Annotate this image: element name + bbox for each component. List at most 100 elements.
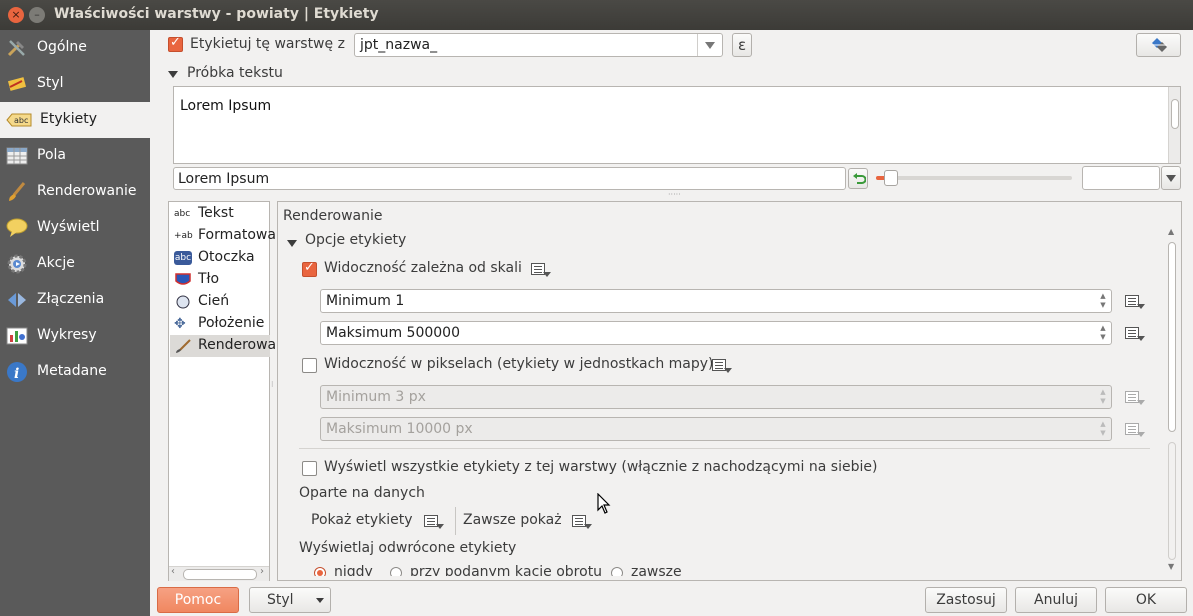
formatting-icon: +ab [174,231,193,241]
data-defined-icon[interactable] [1123,389,1145,407]
panel-scrollbar[interactable]: ▲ ▼ [1166,227,1178,575]
sample-text-input[interactable]: Lorem Ipsum [173,167,846,190]
mouse-cursor-icon [597,493,611,514]
data-defined-icon[interactable] [1123,325,1145,343]
placement-icon: ✥ [174,316,186,332]
always-show-text: Zawsze pokaż [463,512,562,528]
svg-text:i: i [14,366,19,382]
show-all-labels-checkbox[interactable] [302,461,317,476]
subtab-rendering[interactable]: Renderowanie [170,335,298,357]
upside-never-radio[interactable] [314,567,326,576]
expression-button[interactable]: ε [732,33,752,57]
label-layer-checkbox[interactable] [168,35,183,52]
scrollbar-thumb[interactable] [1168,242,1176,432]
table-icon [6,147,28,165]
slider-handle[interactable] [884,170,898,186]
subtab-shadow[interactable]: Cień [170,291,270,313]
speech-bubble-icon [6,218,28,237]
data-defined-icon[interactable] [1123,421,1145,439]
sidebar-item-actions[interactable]: Akcje [0,246,150,282]
splitter-handle[interactable]: ⁝ [271,380,274,389]
reset-sample-button[interactable] [848,168,868,189]
spin-arrows-icon[interactable]: ▲ ▼ [1097,388,1109,408]
show-label-text: Pokaż etykiety [311,512,413,528]
info-icon: i [7,362,27,382]
sidebar-item-labels[interactable]: abc Etykiety [0,102,150,138]
pixel-minimum-spinbox[interactable]: Minimum 3 px ▲ ▼ [320,385,1112,409]
upside-rotation-radio[interactable] [390,567,402,576]
sidebar-item-joins[interactable]: Złączenia [0,282,150,318]
help-button[interactable]: Pomoc [157,587,239,613]
paintbrush-icon [9,182,26,201]
sidebar-item-fields[interactable]: Pola [0,138,150,174]
subtab-buffer[interactable]: abc Otoczka [170,247,270,269]
show-all-labels-label: Wyświetl wszystkie etykiety z tej warstw… [324,459,878,475]
style-menu-button[interactable]: Styl [249,587,331,613]
sidebar-item-style[interactable]: Styl [0,66,150,102]
label-field-combo[interactable]: jpt_nazwa_ [354,33,723,57]
combo-dropdown-button[interactable] [697,34,722,56]
subtab-hscrollbar[interactable]: ‹ › [169,566,269,581]
join-icon [8,293,26,307]
ok-button[interactable]: OK [1105,587,1187,613]
sample-background-color[interactable] [1082,166,1160,190]
label-layer-label: Etykietuj tę warstwę z [190,36,345,52]
separator [455,507,456,535]
paintbrush-icon [176,339,191,353]
chart-icon [6,327,28,345]
data-defined-icon[interactable] [710,357,732,375]
data-defined-icon[interactable] [1123,293,1145,311]
sample-section-title: Próbka tekstu [187,65,283,81]
window-title: Właściwości warstwy - powiaty | Etykiety [54,6,379,22]
sidebar-item-diagrams[interactable]: Wykresy [0,318,150,354]
spin-arrows-icon[interactable]: ▲ ▼ [1097,292,1109,312]
cancel-button[interactable]: Anuluj [1015,587,1097,613]
buffer-abc-icon: abc [174,251,192,265]
spin-arrows-icon[interactable]: ▲ ▼ [1097,324,1109,344]
subtab-text[interactable]: abc Tekst [170,203,270,225]
scale-visibility-checkbox[interactable] [302,260,317,277]
subtab-formatting[interactable]: +ab Formatowanie [170,225,297,247]
data-defined-title: Oparte na danych [299,485,425,501]
collapse-triangle-icon[interactable] [287,240,297,247]
label-tools-button[interactable] [1136,33,1181,57]
pixel-visibility-checkbox[interactable] [302,358,317,373]
upside-always-radio[interactable] [611,567,623,576]
sample-preview: Lorem Ipsum [173,86,1181,164]
sidebar-item-display[interactable]: Wyświetl [0,210,150,246]
svg-text:abc: abc [14,116,28,125]
data-defined-icon[interactable] [529,261,551,279]
scale-minimum-spinbox[interactable]: Minimum 1 ▲ ▼ [320,289,1112,313]
group-title: Opcje etykiety [305,232,407,248]
shadow-circle-icon [176,295,190,309]
collapse-triangle-icon[interactable] [168,71,178,78]
preview-scrollbar[interactable] [1168,87,1180,163]
diamond-grid-icon [1152,38,1167,52]
spin-arrows-icon[interactable]: ▲ ▼ [1097,420,1109,440]
scrollbar-thumb[interactable] [1171,99,1179,129]
panel-title: Renderowanie [283,208,383,224]
close-button[interactable]: × [8,7,24,23]
data-defined-icon[interactable] [422,513,444,531]
pixel-maximum-spinbox[interactable]: Maksimum 10000 px ▲ ▼ [320,417,1112,441]
scale-maximum-spinbox[interactable]: Maksimum 500000 ▲ ▼ [320,321,1112,345]
subtab-background[interactable]: Tło [170,269,270,291]
sidebar-item-rendering[interactable]: Renderowanie [0,174,150,210]
splitter-handle[interactable]: ····· [668,190,681,199]
undo-icon [853,173,866,184]
title-bar: × – Właściwości warstwy - powiaty | Etyk… [0,0,1193,30]
subtab-placement[interactable]: ✥ Położenie [170,313,270,335]
color-dropdown-button[interactable] [1161,166,1181,190]
sidebar-item-general[interactable]: Ogólne [0,30,150,66]
gear-run-icon [7,254,27,274]
scrollbar-thumb[interactable] [183,569,257,580]
data-defined-icon[interactable] [570,513,592,531]
chevron-down-icon [705,42,715,49]
minimize-button[interactable]: – [29,7,45,23]
upside-options-row: nigdy przy podanym kącie obrotu zawsze [300,564,700,576]
apply-button[interactable]: Zastosuj [925,587,1007,613]
sidebar-item-metadata[interactable]: i Metadane [0,354,150,390]
tools-icon [7,40,25,57]
upside-down-title: Wyświetlaj odwrócone etykiety [299,540,517,556]
sample-zoom-slider[interactable] [876,170,1072,186]
